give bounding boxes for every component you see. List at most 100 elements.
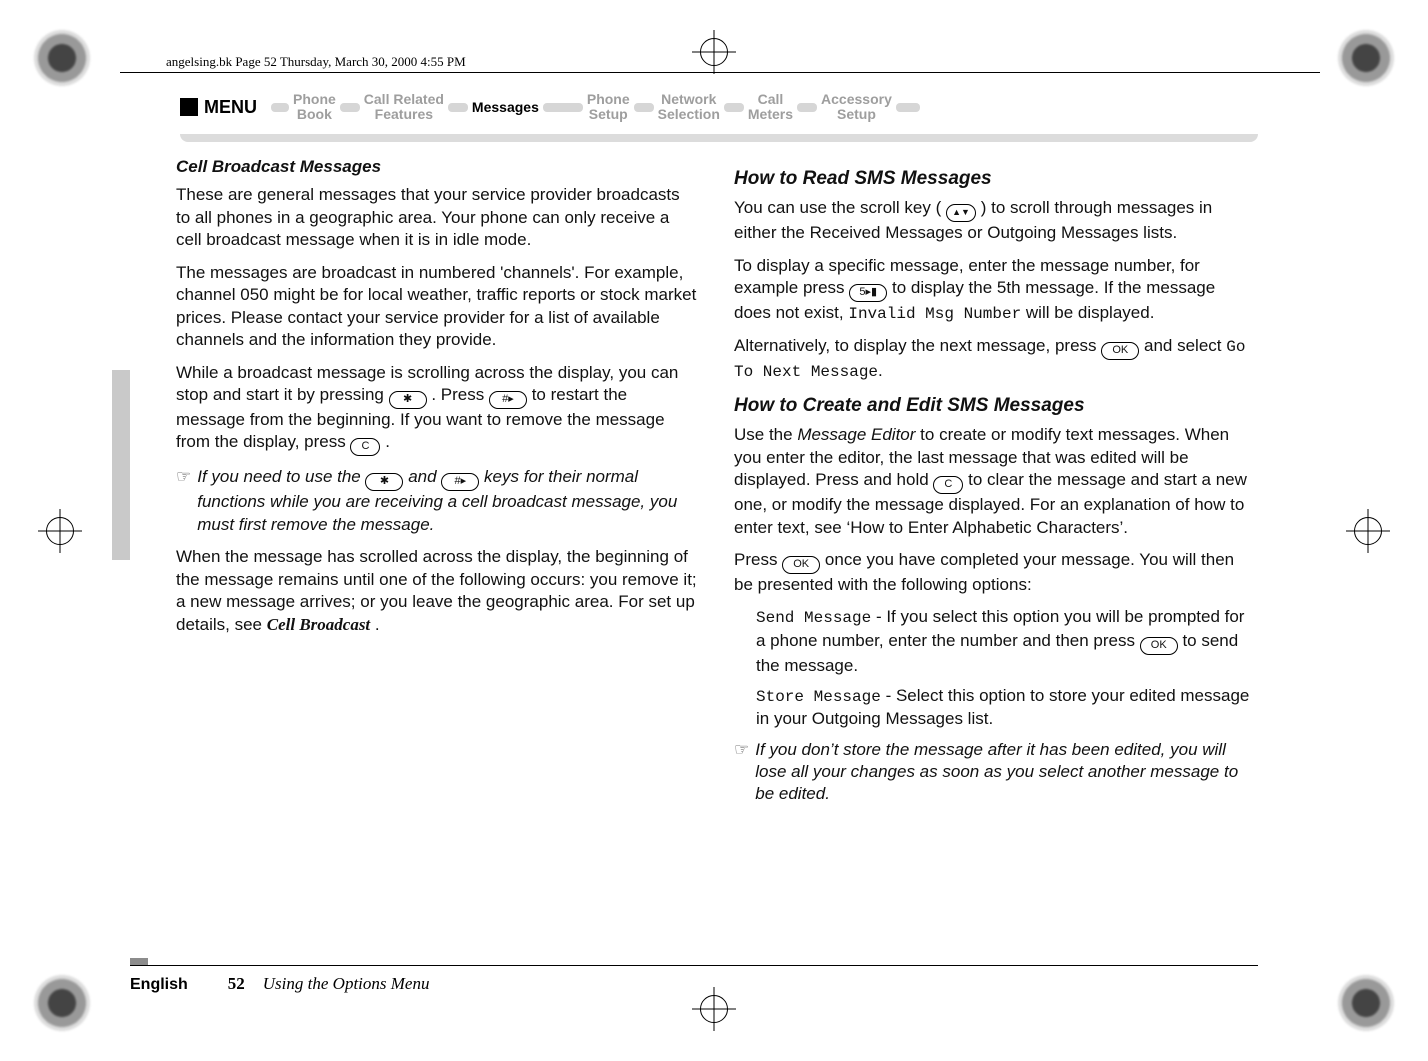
menu-connector-icon <box>543 103 583 112</box>
menubar-underline <box>180 134 1258 142</box>
paragraph: To display a specific message, enter the… <box>734 255 1256 326</box>
paragraph: Use the Message Editor to create or modi… <box>734 424 1256 539</box>
menu-item-label: Selection <box>658 107 720 122</box>
text: If you need to use the <box>197 467 365 486</box>
paragraph: When the message has scrolled across the… <box>176 546 698 636</box>
menu-connector-icon <box>340 103 360 112</box>
subheading-cell-broadcast: Cell Broadcast Messages <box>176 156 698 178</box>
paragraph: Press OK once you have completed your me… <box>734 549 1256 596</box>
text: Press <box>734 550 782 569</box>
menu-item-label: Phone <box>293 92 336 107</box>
body-columns: Cell Broadcast Messages These are genera… <box>176 156 1256 941</box>
corner-dot-icon <box>32 973 92 1033</box>
display-text: Invalid Msg Number <box>848 305 1021 323</box>
menu-item-label: Meters <box>748 107 793 122</box>
paragraph: Alternatively, to display the next messa… <box>734 335 1256 383</box>
text: . <box>375 615 380 634</box>
menu-item-label: Messages <box>472 100 539 115</box>
menu-item-phone-book: Phone Book <box>289 92 340 122</box>
star-key-icon: ✱ <box>365 473 403 491</box>
menu-item-label: Phone <box>587 92 630 107</box>
text: . Press <box>431 385 489 404</box>
menu-item-label: Book <box>297 107 332 122</box>
menu-item-network-selection: Network Selection <box>654 92 724 122</box>
note: ☞ If you don’t store the message after i… <box>734 739 1256 806</box>
running-head: angelsing.bk Page 52 Thursday, March 30,… <box>166 54 466 70</box>
menu-item-accessory-setup: Accessory Setup <box>817 92 896 122</box>
menu-connector-icon <box>271 103 289 112</box>
register-mark-icon <box>38 509 82 553</box>
footer: English 52 Using the Options Menu <box>130 965 1258 996</box>
note-text: If you need to use the ✱ and #▸ keys for… <box>197 466 698 536</box>
star-key-icon: ✱ <box>389 391 427 409</box>
option-label: Store Message <box>756 688 881 706</box>
text: When the message has scrolled across the… <box>176 547 697 633</box>
c-key-icon: C <box>350 438 380 456</box>
running-head-rule <box>120 72 1320 73</box>
right-column: How to Read SMS Messages You can use the… <box>734 156 1256 941</box>
paragraph: You can use the scroll key ( ) to scroll… <box>734 197 1256 244</box>
menu-item-label: Call <box>758 92 784 107</box>
text: . <box>878 361 883 380</box>
register-mark-icon <box>1346 509 1390 553</box>
register-mark-icon <box>692 30 736 74</box>
menubar-row: MENU Phone Book Call Related Features Me… <box>180 92 1258 122</box>
emphasis-message-editor: Message Editor <box>797 425 915 444</box>
text: . <box>385 432 390 451</box>
menu-connector-icon <box>797 103 817 112</box>
paragraph: While a broadcast message is scrolling a… <box>176 362 698 457</box>
five-key-icon: 5▸▮ <box>849 284 887 302</box>
footer-section-title: Using the Options Menu <box>263 974 430 996</box>
menu-connector-icon <box>896 103 920 112</box>
ok-key-icon: OK <box>1140 637 1178 655</box>
gutter-tab-icon <box>112 370 130 560</box>
text: and <box>408 467 441 486</box>
corner-dot-icon <box>32 28 92 88</box>
option-store-message: Store Message - Select this option to st… <box>756 685 1256 731</box>
menu-item-call-meters: Call Meters <box>744 92 797 122</box>
corner-dot-icon <box>1336 973 1396 1033</box>
text: You can use the scroll key ( <box>734 198 941 217</box>
menu-connector-icon <box>448 103 468 112</box>
pointing-hand-icon: ☞ <box>176 466 191 536</box>
menu-item-label: Setup <box>589 107 628 122</box>
option-label: Send Message <box>756 609 871 627</box>
text: and select <box>1144 336 1226 355</box>
text: Alternatively, to display the next messa… <box>734 336 1101 355</box>
pointing-hand-icon: ☞ <box>734 739 749 806</box>
heading-how-to-read-sms: How to Read SMS Messages <box>734 166 1256 191</box>
note-text: If you don’t store the message after it … <box>755 739 1256 806</box>
footer-page-number: 52 <box>228 974 245 996</box>
heading-how-to-create-edit-sms: How to Create and Edit SMS Messages <box>734 393 1256 418</box>
hash-key-icon: #▸ <box>489 391 527 409</box>
ok-key-icon: OK <box>782 556 820 574</box>
menu-item-label: Accessory <box>821 92 892 107</box>
menubar: MENU Phone Book Call Related Features Me… <box>180 92 1258 142</box>
option-send-message: Send Message - If you select this option… <box>756 606 1256 677</box>
note: ☞ If you need to use the ✱ and #▸ keys f… <box>176 466 698 536</box>
menu-item-label: Features <box>375 107 433 122</box>
corner-dot-icon <box>1336 28 1396 88</box>
ok-key-icon: OK <box>1101 342 1139 360</box>
footer-language: English <box>130 976 188 996</box>
crossref-cell-broadcast: Cell Broadcast <box>267 615 370 634</box>
c-key-icon: C <box>933 476 963 494</box>
menu-item-messages: Messages <box>468 100 543 115</box>
scroll-key-icon <box>946 204 976 222</box>
menu-item-phone-setup: Phone Setup <box>583 92 634 122</box>
menu-item-label: Setup <box>837 107 876 122</box>
paragraph: The messages are broadcast in numbered '… <box>176 262 698 352</box>
menu-item-call-related-features: Call Related Features <box>360 92 448 122</box>
text: will be displayed. <box>1026 303 1155 322</box>
menu-item-label: Call Related <box>364 92 444 107</box>
paragraph: These are general messages that your ser… <box>176 184 698 251</box>
menu-item-label: Network <box>661 92 716 107</box>
menu-connector-icon <box>724 103 744 112</box>
text: Use the <box>734 425 797 444</box>
hash-key-icon: #▸ <box>441 473 479 491</box>
page: angelsing.bk Page 52 Thursday, March 30,… <box>0 0 1428 1061</box>
menu-connector-icon <box>634 103 654 112</box>
menu-start-icon <box>180 98 198 116</box>
left-column: Cell Broadcast Messages These are genera… <box>176 156 698 941</box>
menu-label: MENU <box>204 97 257 118</box>
